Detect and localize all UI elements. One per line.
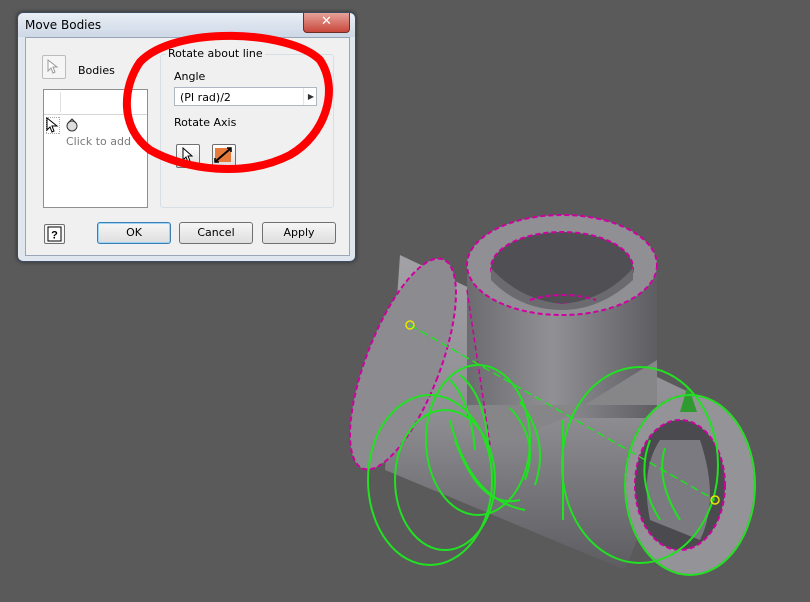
flip-axis-icon	[214, 147, 232, 163]
bodies-list[interactable]: Click to add	[43, 89, 148, 208]
flip-axis-button[interactable]	[212, 144, 236, 168]
bodies-label: Bodies	[78, 64, 115, 77]
close-button[interactable]: ✕	[303, 13, 350, 33]
dialog-title: Move Bodies	[25, 18, 102, 32]
help-icon: ?	[47, 226, 62, 242]
rotate-axis-label: Rotate Axis	[174, 116, 237, 129]
axis-select-button[interactable]	[176, 144, 200, 168]
svg-text:?: ?	[51, 230, 58, 242]
cursor-arrow-icon	[182, 146, 194, 163]
dialog-client-area: Bodies Click to add Rotate about line An…	[25, 37, 350, 256]
solid-body-icon	[66, 118, 78, 132]
dialog-titlebar[interactable]: Move Bodies ✕	[18, 13, 355, 37]
bodies-list-header	[44, 90, 147, 115]
bodies-select-button[interactable]	[42, 55, 66, 79]
move-bodies-dialog: Move Bodies ✕ Bodies Click to add Rotate…	[17, 12, 356, 262]
cursor-arrow-icon	[47, 59, 59, 74]
help-button[interactable]: ?	[44, 224, 65, 244]
cancel-button[interactable]: Cancel	[179, 222, 253, 244]
angle-flyout-arrow[interactable]: ▶	[303, 88, 318, 105]
ok-button[interactable]: OK	[97, 222, 171, 244]
apply-button[interactable]: Apply	[262, 222, 336, 244]
group-title: Rotate about line	[166, 47, 265, 60]
cursor-arrow-icon	[46, 117, 60, 134]
angle-label: Angle	[174, 70, 206, 83]
bodies-list-placeholder: Click to add	[66, 135, 131, 148]
angle-input[interactable]: (PI rad)/2	[174, 87, 317, 106]
